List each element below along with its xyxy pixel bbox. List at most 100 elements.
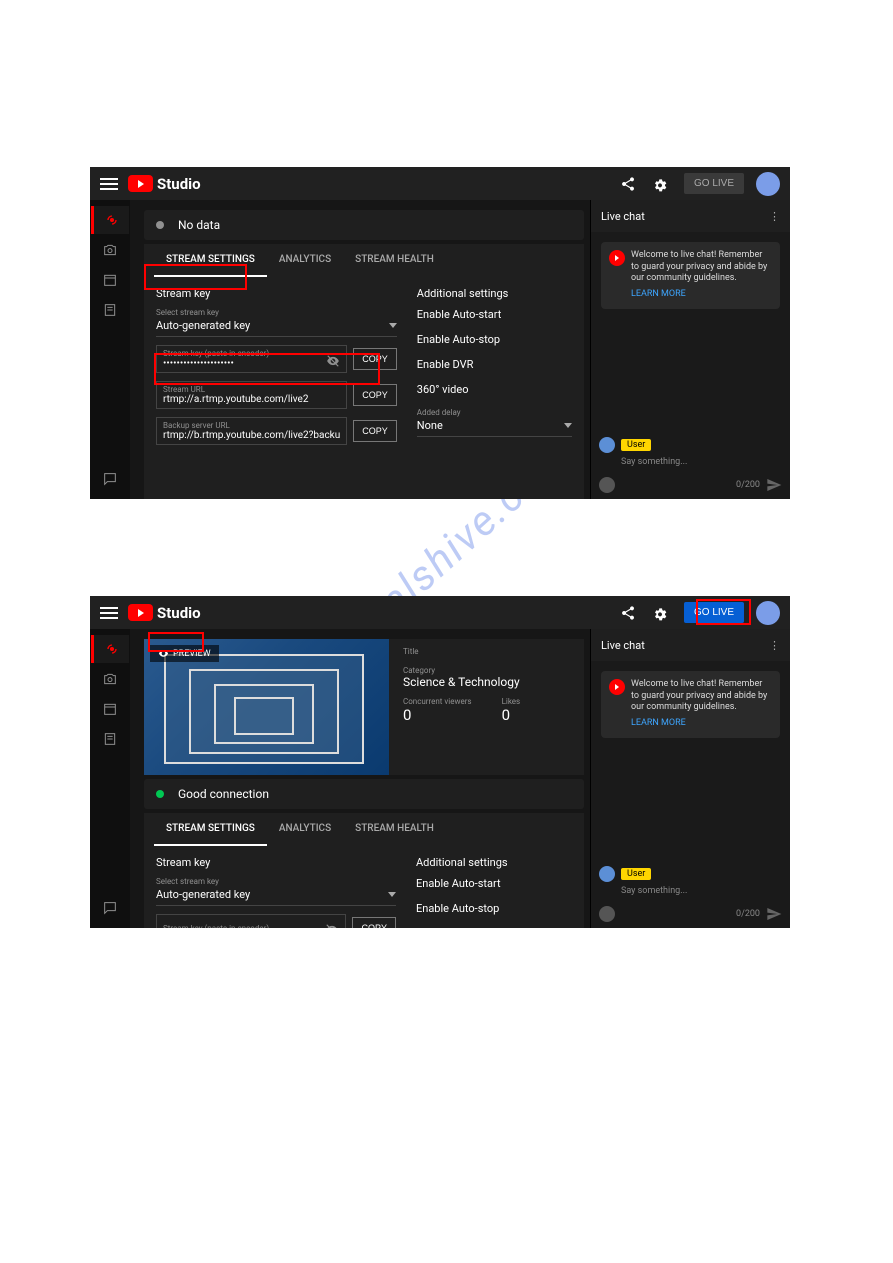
- go-live-button[interactable]: GO LIVE: [684, 602, 744, 623]
- chat-more-icon[interactable]: ⋮: [769, 210, 780, 223]
- tab-stream-health[interactable]: STREAM HEALTH: [343, 813, 446, 846]
- visibility-off-icon[interactable]: [325, 923, 339, 928]
- menu-icon[interactable]: [100, 178, 118, 190]
- chat-footer: 0/200: [591, 473, 790, 499]
- setting-360[interactable]: 360° video: [417, 383, 572, 396]
- additional-title: Additional settings: [417, 287, 572, 300]
- youtube-logo[interactable]: [128, 175, 153, 192]
- learn-more-link[interactable]: LEARN MORE: [631, 289, 772, 301]
- delay-select[interactable]: None: [417, 419, 572, 437]
- copy-key-button[interactable]: COPY: [353, 348, 397, 370]
- tab-analytics[interactable]: ANALYTICS: [267, 813, 343, 846]
- status-dot: [156, 221, 164, 229]
- meta-viewers-value: 0: [403, 706, 472, 724]
- backup-url-value: rtmp://b.rtmp.youtube.com/live2?backu: [163, 430, 340, 441]
- chat-input[interactable]: Say something...: [621, 886, 782, 896]
- additional-title: Additional settings: [416, 856, 572, 869]
- chevron-down-icon: [564, 423, 572, 428]
- sidebar-camera-icon[interactable]: [91, 236, 129, 264]
- backup-url-input[interactable]: Backup server URL rtmp://b.rtmp.youtube.…: [156, 417, 347, 445]
- sidebar-stream-icon[interactable]: [91, 206, 129, 234]
- stream-key-input[interactable]: Stream key (paste in encoder): [156, 914, 346, 928]
- setting-autostart[interactable]: Enable Auto-start: [417, 308, 572, 321]
- chat-header: Live chat ⋮: [591, 629, 790, 661]
- stream-url-input[interactable]: Stream URL rtmp://a.rtmp.youtube.com/liv…: [156, 381, 347, 409]
- chat-column: Live chat ⋮ Welcome to live chat! Rememb…: [590, 200, 790, 499]
- chevron-down-icon: [388, 892, 396, 897]
- meta-category-label: Category: [403, 666, 520, 675]
- status-bar: Good connection: [144, 779, 584, 809]
- visibility-off-icon[interactable]: [326, 354, 340, 368]
- chat-username: User: [621, 868, 651, 880]
- backup-url-label: Backup server URL: [163, 421, 340, 430]
- chat-input[interactable]: Say something...: [621, 457, 782, 467]
- preview-label-text: PREVIEW: [173, 649, 211, 659]
- sidebar-manage-icon[interactable]: [91, 296, 129, 324]
- tab-analytics[interactable]: ANALYTICS: [267, 244, 343, 277]
- copy-url-button[interactable]: COPY: [353, 384, 397, 406]
- setting-autostop[interactable]: Enable Auto-stop: [416, 902, 572, 915]
- stream-key-select[interactable]: Auto-generated key: [156, 888, 396, 906]
- chat-input-area: User Say something...: [591, 431, 790, 473]
- main-column: No data STREAM SETTINGS ANALYTICS STREAM…: [130, 200, 590, 499]
- stream-key-value: •••••••••••••••••••••: [163, 358, 340, 369]
- sidebar-calendar-icon[interactable]: [91, 266, 129, 294]
- share-icon[interactable]: [620, 176, 636, 192]
- sidebar-feedback-icon[interactable]: [91, 894, 129, 922]
- screenshot-2: Studio GO LIVE PREVIEW: [90, 596, 790, 928]
- delay-label: Added delay: [417, 408, 572, 417]
- sidebar-manage-icon[interactable]: [91, 725, 129, 753]
- chat-avatar: [599, 866, 615, 882]
- status-bar: No data: [144, 210, 584, 240]
- meta-likes-value: 0: [502, 706, 521, 724]
- chat-welcome: Welcome to live chat! Remember to guard …: [601, 671, 780, 738]
- tab-stream-settings[interactable]: STREAM SETTINGS: [154, 813, 267, 846]
- setting-autostop[interactable]: Enable Auto-stop: [417, 333, 572, 346]
- stream-key-title: Stream key: [156, 856, 396, 869]
- sidebar-camera-icon[interactable]: [91, 665, 129, 693]
- preview-thumbnail: PREVIEW: [144, 639, 389, 775]
- sidebar-feedback-icon[interactable]: [91, 465, 129, 493]
- learn-more-link[interactable]: LEARN MORE: [631, 718, 772, 730]
- stream-key-input[interactable]: Stream key (paste in encoder) ••••••••••…: [156, 345, 347, 373]
- studio-title: Studio: [157, 175, 201, 193]
- emoji-icon[interactable]: [599, 477, 615, 493]
- tab-stream-settings[interactable]: STREAM SETTINGS: [154, 244, 267, 277]
- setting-autostart[interactable]: Enable Auto-start: [416, 877, 572, 890]
- stream-key-select[interactable]: Auto-generated key: [156, 319, 397, 337]
- share-icon[interactable]: [620, 605, 636, 621]
- select-stream-label: Select stream key: [156, 877, 396, 886]
- send-icon[interactable]: [766, 906, 782, 922]
- avatar[interactable]: [756, 172, 780, 196]
- emoji-icon[interactable]: [599, 906, 615, 922]
- stream-key-select-value: Auto-generated key: [156, 888, 250, 901]
- youtube-logo[interactable]: [128, 604, 153, 621]
- main-column: PREVIEW Title Category Science & Technol…: [130, 629, 590, 928]
- menu-icon[interactable]: [100, 607, 118, 619]
- stream-url-label: Stream URL: [163, 385, 340, 394]
- send-icon[interactable]: [766, 477, 782, 493]
- youtube-icon: [609, 250, 625, 266]
- tab-stream-health[interactable]: STREAM HEALTH: [343, 244, 446, 277]
- select-stream-label: Select stream key: [156, 308, 397, 317]
- sidebar-stream-icon[interactable]: [91, 635, 129, 663]
- chat-column: Live chat ⋮ Welcome to live chat! Rememb…: [590, 629, 790, 928]
- chat-more-icon[interactable]: ⋮: [769, 639, 780, 652]
- copy-key-button[interactable]: COPY: [352, 917, 396, 928]
- chat-title: Live chat: [601, 210, 645, 223]
- stream-key-label: Stream key (paste in encoder): [163, 349, 340, 358]
- chevron-down-icon: [389, 323, 397, 328]
- tabs: STREAM SETTINGS ANALYTICS STREAM HEALTH: [144, 813, 584, 846]
- settings-panel: Stream key Select stream key Auto-genera…: [144, 846, 584, 928]
- gear-icon[interactable]: [652, 176, 668, 192]
- gear-icon[interactable]: [652, 605, 668, 621]
- copy-backup-button[interactable]: COPY: [353, 420, 397, 442]
- youtube-icon: [609, 679, 625, 695]
- chat-input-area: User Say something...: [591, 860, 790, 902]
- left-sidebar: [90, 629, 130, 928]
- sidebar-calendar-icon[interactable]: [91, 695, 129, 723]
- meta-likes-label: Likes: [502, 697, 521, 706]
- setting-dvr[interactable]: Enable DVR: [417, 358, 572, 371]
- avatar[interactable]: [756, 601, 780, 625]
- go-live-button[interactable]: GO LIVE: [684, 173, 744, 194]
